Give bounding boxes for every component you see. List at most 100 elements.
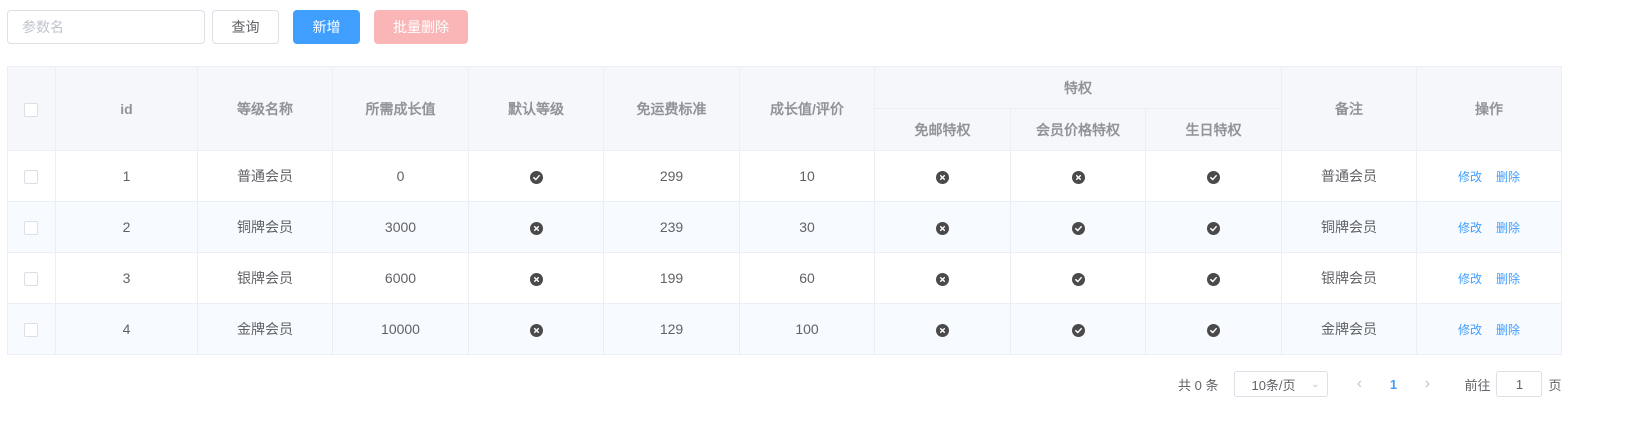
close-circle-icon	[1071, 170, 1085, 184]
cell-privilege-birthday	[1144, 252, 1283, 304]
edit-link[interactable]: 修改	[1458, 272, 1482, 286]
edit-link[interactable]: 修改	[1458, 170, 1482, 184]
cell-name: 银牌会员	[197, 252, 333, 304]
cell-privilege-shipping	[874, 252, 1011, 304]
row-checkbox[interactable]	[24, 170, 38, 185]
cell-growth: 3000	[332, 201, 469, 253]
cell-privilege-shipping	[874, 201, 1011, 253]
header-name: 等级名称	[197, 66, 333, 151]
header-growth-per-review: 成长值/评价	[739, 66, 875, 151]
member-level-table: id 等级名称 所需成长值 默认等级 免运费标准 成长值/评价 特权 备注 操作…	[7, 66, 1563, 355]
delete-link[interactable]: 删除	[1496, 272, 1520, 286]
header-default-level: 默认等级	[468, 66, 604, 151]
page-number[interactable]: 1	[1378, 371, 1408, 397]
edit-link[interactable]: 修改	[1458, 221, 1482, 235]
check-circle-icon	[1071, 323, 1085, 337]
header-select-all	[7, 66, 56, 151]
header-growth: 所需成长值	[332, 66, 469, 151]
toolbar: 查询 新增 批量删除	[7, 10, 468, 44]
cell-name: 普通会员	[197, 150, 333, 202]
cell-privilege-birthday	[1144, 150, 1283, 202]
cell-growth: 6000	[332, 252, 469, 304]
chevron-down-icon: ⌄	[1311, 378, 1320, 390]
check-circle-icon	[1207, 272, 1221, 286]
cell-free-shipping: 199	[603, 252, 740, 304]
header-privilege-birthday: 生日特权	[1144, 108, 1283, 151]
row-checkbox[interactable]	[24, 221, 38, 236]
table-row: 2 铜牌会员 3000 239 30 铜牌会员 修改 删除	[7, 201, 1563, 253]
cell-default-level	[468, 252, 604, 304]
check-circle-icon	[1071, 221, 1085, 235]
table-row: 4 金牌会员 10000 129 100 金牌会员 修改 删除	[7, 303, 1563, 355]
page-suffix: 页	[1548, 377, 1562, 393]
goto-page-input[interactable]	[1496, 371, 1543, 397]
header-note: 备注	[1281, 66, 1418, 151]
delete-link[interactable]: 删除	[1496, 221, 1520, 235]
cell-operations: 修改 删除	[1416, 252, 1563, 304]
cell-select	[7, 201, 56, 253]
cell-name: 铜牌会员	[197, 201, 333, 253]
close-circle-icon	[936, 221, 949, 235]
cell-operations: 修改 删除	[1416, 201, 1563, 253]
header-operations: 操作	[1416, 66, 1563, 151]
page-size-select[interactable]: 10条/页 ⌄	[1234, 371, 1329, 397]
search-input[interactable]	[7, 10, 205, 44]
row-checkbox[interactable]	[24, 272, 38, 287]
check-circle-icon	[1207, 221, 1221, 235]
cell-note: 银牌会员	[1281, 252, 1418, 304]
goto-label: 前往	[1464, 377, 1491, 393]
cell-free-shipping: 129	[603, 303, 740, 355]
cell-note: 铜牌会员	[1281, 201, 1418, 253]
header-privilege-price: 会员价格特权	[1010, 108, 1146, 151]
cell-free-shipping: 239	[603, 201, 740, 253]
header-privileges: 特权	[873, 66, 1283, 109]
prev-page-icon[interactable]: ‹	[1344, 371, 1374, 397]
cell-name: 金牌会员	[197, 303, 333, 355]
header-free-shipping-standard: 免运费标准	[603, 66, 740, 151]
cell-note: 金牌会员	[1281, 303, 1418, 355]
cell-growth-per-review: 60	[739, 252, 875, 304]
cell-select	[7, 150, 56, 202]
add-button[interactable]: 新增	[293, 10, 360, 44]
pagination: 共 0 条 10条/页 ⌄ ‹ 1 › 前往 页	[1178, 371, 1562, 397]
cell-privilege-birthday	[1144, 201, 1283, 253]
cell-growth-per-review: 100	[739, 303, 875, 355]
cell-id: 1	[55, 150, 198, 202]
cell-free-shipping: 299	[603, 150, 740, 202]
table-row: 1 普通会员 0 299 10 普通会员 修改 删除	[7, 150, 1563, 202]
close-circle-icon	[936, 272, 949, 286]
query-button[interactable]: 查询	[212, 10, 279, 44]
table-body: 1 普通会员 0 299 10 普通会员 修改 删除 2 铜牌会员 3000 239 30 铜牌会员 修改删…	[7, 150, 1563, 355]
cell-growth: 0	[332, 150, 469, 202]
cell-privilege-shipping	[874, 303, 1011, 355]
cell-growth-per-review: 30	[739, 201, 875, 253]
cell-growth-per-review: 10	[739, 150, 875, 202]
check-circle-icon	[1071, 272, 1085, 286]
cell-default-level	[468, 150, 604, 202]
cell-default-level	[468, 303, 604, 355]
total-count: 共 0 条	[1178, 377, 1219, 393]
header-id: id	[55, 66, 198, 151]
close-circle-icon	[936, 170, 949, 184]
select-all-checkbox[interactable]	[24, 102, 38, 117]
cell-id: 2	[55, 201, 198, 253]
edit-link[interactable]: 修改	[1458, 323, 1482, 337]
cell-privilege-birthday	[1144, 303, 1283, 355]
cell-default-level	[468, 201, 604, 253]
close-circle-icon	[529, 323, 543, 337]
close-circle-icon	[529, 221, 543, 235]
next-page-icon[interactable]: ›	[1412, 371, 1442, 397]
cell-growth: 10000	[332, 303, 469, 355]
check-circle-icon	[1207, 323, 1221, 337]
batch-delete-button[interactable]: 批量删除	[374, 10, 468, 44]
cell-select	[7, 303, 56, 355]
header-privilege-shipping: 免邮特权	[874, 108, 1011, 151]
delete-link[interactable]: 删除	[1496, 323, 1520, 337]
close-circle-icon	[936, 323, 949, 337]
cell-privilege-price	[1010, 252, 1146, 304]
delete-link[interactable]: 删除	[1496, 170, 1520, 184]
cell-operations: 修改 删除	[1416, 150, 1563, 202]
row-checkbox[interactable]	[24, 323, 38, 338]
cell-privilege-shipping	[874, 150, 1011, 202]
cell-privilege-price	[1010, 201, 1146, 253]
